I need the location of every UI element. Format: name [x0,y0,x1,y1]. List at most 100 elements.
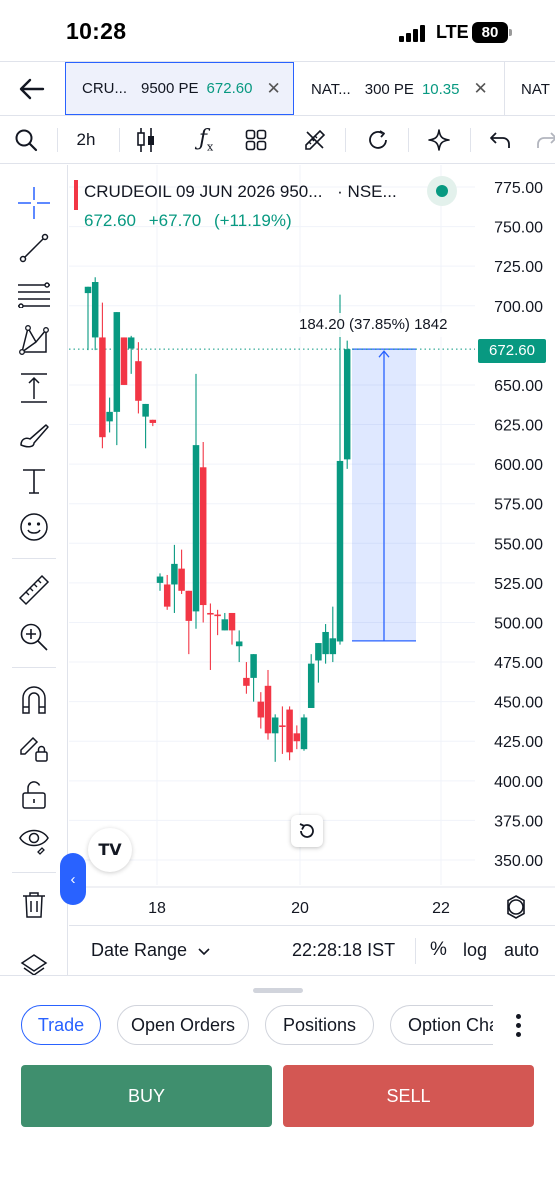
candle-body [127,337,135,349]
y-tick-label: 775.00 [494,180,543,197]
emoji-tool[interactable] [14,507,54,547]
brush-tool[interactable] [14,415,54,455]
pencil-ruler-icon [305,129,326,150]
layouts-button[interactable] [240,116,272,164]
indicators-button[interactable]: ƒx [190,116,222,164]
percent-scale-button[interactable]: % [430,939,447,961]
lock-tool[interactable] [14,775,54,815]
lock-drawings-tool[interactable] [14,727,54,767]
candle-body [286,709,293,753]
symbol-tab-active[interactable]: CRU... 9500 PE 672.60 ✕ [65,62,294,115]
candle-body [178,568,185,591]
grid-icon [245,129,267,151]
candle-body [163,584,171,607]
candle-body [228,612,236,631]
network-label: LTE [436,22,469,42]
candle-body [142,403,149,417]
text-tool[interactable] [14,461,54,501]
tab-symbol: NAT... [311,80,351,98]
trendline-tool[interactable] [14,228,54,268]
y-tick-label: 600.00 [494,457,543,474]
candle-body [307,663,315,708]
trash-icon [23,892,45,918]
tab-option-chain[interactable]: Option Chain [390,1005,493,1045]
y-tick-label: 625.00 [494,418,543,435]
reset-icon [299,823,314,838]
measure-label: 184.20 (37.85%) 1842 [293,313,454,337]
candle-body [171,563,178,585]
candle-body [207,612,214,615]
undo-button[interactable] [484,116,516,164]
legend-values: 672.60 +67.70 (+11.19%) [84,211,300,231]
candle-body [243,677,250,686]
price-chart[interactable]: 775.00 750.00 725.00 700.00 650.00 625.00 600.… [69,165,555,925]
legend-change: +67.70 [148,211,202,230]
sell-button[interactable]: SELL [283,1065,534,1127]
ai-assistant-button[interactable] [422,116,456,164]
candle-body [257,701,265,718]
symbol-tab[interactable]: NAT... 300 PE 10.35 ✕ [295,62,505,116]
y-tick-label: 575.00 [494,497,543,514]
y-tick-label: 375.00 [494,813,543,830]
candle-body [135,361,142,401]
symbol-tab-bar: CRU... 9500 PE 672.60 ✕ NAT... 300 PE 10… [0,61,555,116]
tab-open-orders[interactable]: Open Orders [117,1005,249,1045]
arrow-left-icon [19,78,45,100]
candle-body [214,614,221,617]
candle-body [271,717,279,734]
date-range-button[interactable]: Date Range [91,940,210,961]
reset-chart-button[interactable] [291,815,323,847]
candle-body [120,337,128,385]
legend-title[interactable]: CRUDEOIL 09 JUN 2026 950... · NSE... [84,182,397,202]
y-tick-label: 500.00 [494,615,543,632]
hide-drawings-tool[interactable] [14,821,54,861]
redo-button[interactable] [532,116,555,164]
tradingview-logo[interactable]: 𝗧𝗩 [88,828,132,872]
collapse-toolbar-handle[interactable]: ‹ [60,853,86,905]
tab-trade[interactable]: Trade [21,1005,101,1045]
search-button[interactable] [8,116,44,164]
crosshair-icon [18,187,50,219]
auto-scale-button[interactable]: auto [504,940,539,961]
candle-body [91,282,99,338]
chart-type-button[interactable] [130,116,162,164]
magnet-tool[interactable] [14,680,54,720]
pattern-icon [19,325,49,355]
sheet-drag-handle[interactable] [253,988,303,993]
ruler-tool[interactable] [14,570,54,610]
candle-body [329,638,337,655]
crosshair-tool[interactable] [14,183,54,223]
zoom-in-icon [20,623,48,651]
candle-body [156,576,164,583]
zoom-tool[interactable] [14,617,54,657]
fib-tool[interactable] [14,275,54,315]
delete-tool[interactable] [14,885,54,925]
close-icon[interactable]: ✕ [266,79,280,99]
chart-toolbar: 2h ƒx [0,116,555,164]
search-icon [15,129,38,152]
object-tree-tool[interactable] [14,945,54,985]
clock-readout[interactable]: 22:28:18 IST [292,940,395,961]
tab-positions[interactable]: Positions [265,1005,374,1045]
function-icon: ƒx [198,126,214,154]
buy-button[interactable]: BUY [21,1065,272,1127]
close-icon[interactable]: ✕ [474,79,488,99]
log-scale-button[interactable]: log [463,940,487,961]
measure-tool[interactable] [14,368,54,408]
interval-button[interactable]: 2h [66,116,106,164]
candle-body [250,654,257,678]
pattern-tool[interactable] [14,320,54,360]
symbol-tab[interactable]: NAT [505,62,555,116]
refresh-button[interactable] [362,116,394,164]
drawing-tools-button[interactable] [298,116,332,164]
undo-icon [490,132,510,148]
drawing-toolbar [0,165,68,976]
more-options-icon[interactable] [505,1008,531,1042]
tab-symbol: CRU... [82,80,127,97]
battery-icon: 80 [472,22,512,43]
candle-body [113,312,121,412]
candle-body [336,460,344,642]
market-status-indicator[interactable] [427,176,457,206]
ruler-icon [18,574,50,606]
back-button[interactable] [0,62,64,116]
